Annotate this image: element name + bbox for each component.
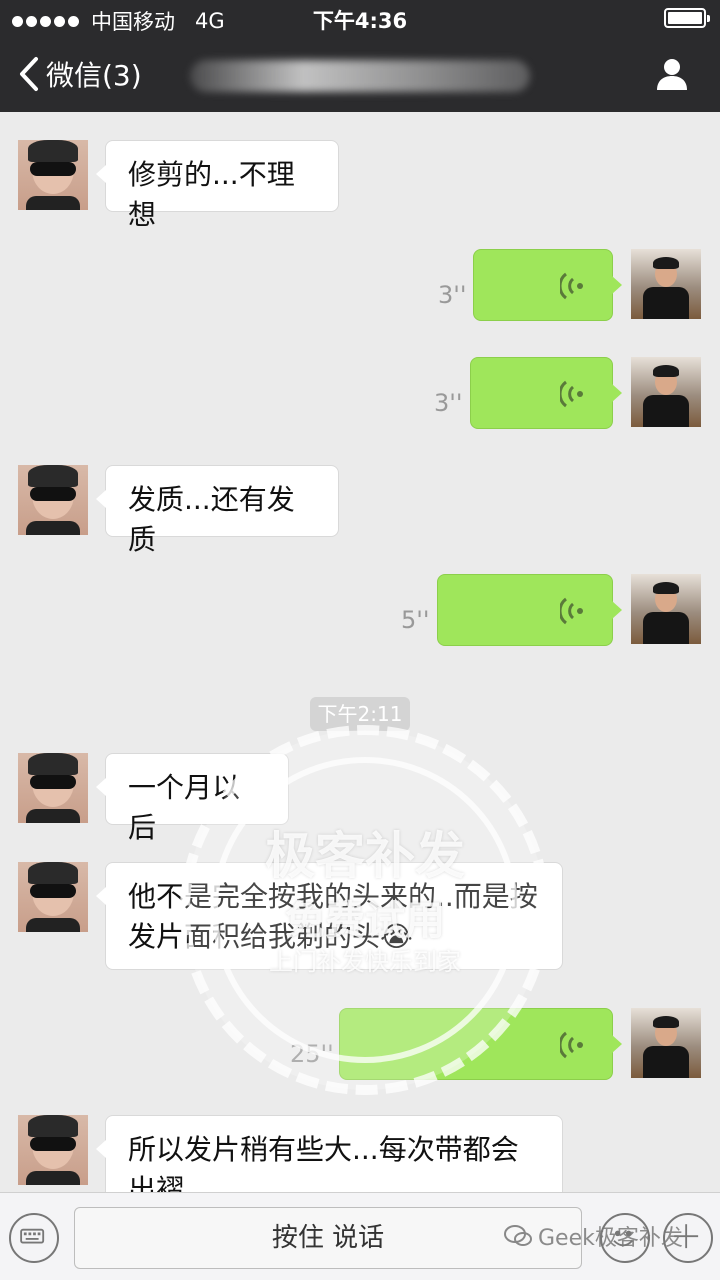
text-bubble[interactable]: 发质...还有发质 xyxy=(96,465,339,556)
keyboard-icon xyxy=(20,1228,45,1244)
back-label: 微信(3) xyxy=(46,59,142,92)
text-bubble[interactable]: 一个月以后 xyxy=(96,753,289,844)
footer-watermark: Geek极客补发 xyxy=(504,1220,683,1252)
wechat-logo-icon xyxy=(504,1225,532,1246)
voice-wave-icon xyxy=(560,272,583,300)
chevron-left-icon xyxy=(20,57,38,91)
avatar[interactable] xyxy=(18,862,88,932)
back-button[interactable]: 微信(3) xyxy=(18,54,142,94)
chat-title-blurred xyxy=(190,60,530,92)
voice-duration: 3'' xyxy=(438,281,467,309)
avatar[interactable] xyxy=(631,249,701,319)
voice-wave-icon xyxy=(560,597,583,625)
voice-wave-icon xyxy=(560,380,583,408)
avatar[interactable] xyxy=(18,465,88,535)
voice-wave-icon xyxy=(560,1031,583,1059)
avatar[interactable] xyxy=(18,1115,88,1185)
voice-duration: 5'' xyxy=(401,606,430,634)
text-bubble[interactable]: 所以发片稍有些大...每次带都会出褶 xyxy=(96,1115,563,1192)
voice-message-bubble[interactable] xyxy=(470,357,622,429)
voice-duration: 25'' xyxy=(290,1040,334,1068)
avatar[interactable] xyxy=(631,1008,701,1078)
timestamp-chip: 下午2:11 xyxy=(310,697,410,731)
text-bubble[interactable]: 他不是完全按我的头来的..而是按发片面积给我剃的头😭 xyxy=(96,862,563,970)
text-bubble[interactable]: 修剪的...不理想 xyxy=(96,140,339,231)
voice-message-bubble[interactable] xyxy=(339,1008,622,1080)
profile-icon[interactable] xyxy=(654,56,690,92)
voice-message-bubble[interactable] xyxy=(437,574,622,646)
avatar[interactable] xyxy=(631,574,701,644)
status-bar: 中国移动 4G 下午4:36 xyxy=(0,0,720,36)
keyboard-toggle-button[interactable] xyxy=(9,1213,59,1263)
status-time: 下午4:36 xyxy=(312,9,408,33)
voice-duration: 3'' xyxy=(434,389,463,417)
avatar[interactable] xyxy=(18,140,88,210)
footer-watermark-text: Geek极客补发 xyxy=(538,1226,683,1251)
voice-message-bubble[interactable] xyxy=(473,249,622,321)
nav-bar: 微信(3) xyxy=(0,36,720,112)
avatar[interactable] xyxy=(18,753,88,823)
battery-icon xyxy=(664,8,710,28)
avatar[interactable] xyxy=(631,357,701,427)
chat-area[interactable]: 修剪的...不理想 3'' 3'' 发质...还有发质 5'' 下午2:11 一… xyxy=(0,112,720,1192)
